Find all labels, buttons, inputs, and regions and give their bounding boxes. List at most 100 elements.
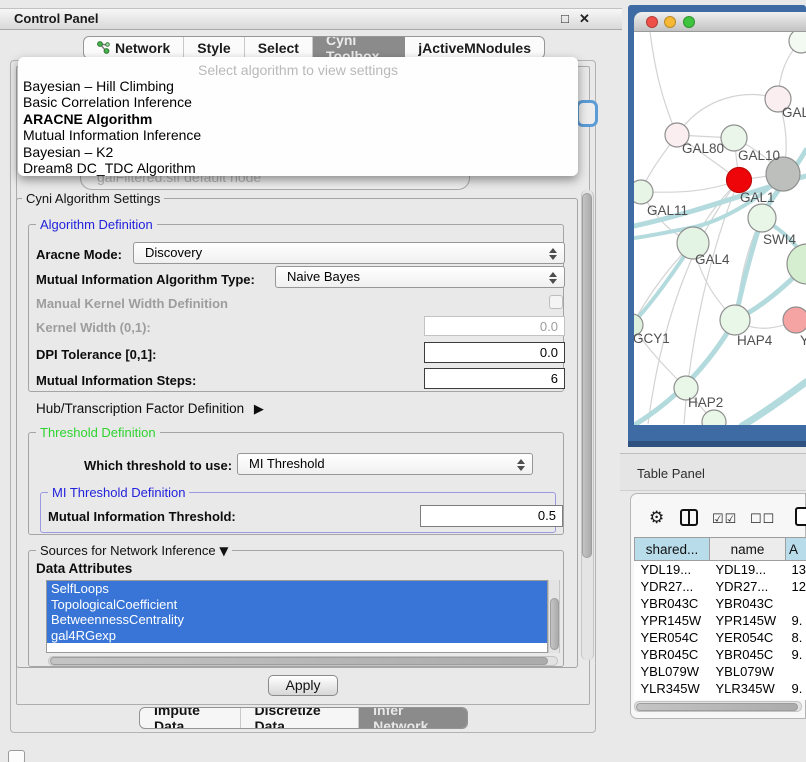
aracne-mode-select[interactable]: Discovery xyxy=(133,242,565,264)
mi-type-select[interactable]: Naive Bayes xyxy=(275,266,565,288)
float-window-icon[interactable]: □ xyxy=(561,11,569,26)
attr-list-hscrollbar-thumb[interactable] xyxy=(50,657,548,665)
mi-steps-label: Mutual Information Steps: xyxy=(36,373,196,388)
screen: Control Panel □ ✕ Network Style Select C… xyxy=(0,0,806,762)
network-node-label: GAL1 xyxy=(740,190,775,205)
tab-network[interactable]: Network xyxy=(84,37,184,58)
spinner-arrows-icon xyxy=(549,247,557,261)
chevron-right-icon: ▶ xyxy=(254,402,264,417)
table-row[interactable]: YBL079WYBL079W xyxy=(635,663,806,680)
network-node-label: HAP2 xyxy=(688,395,723,410)
column-header-name[interactable]: name xyxy=(710,538,786,561)
minimize-traffic-light-icon[interactable] xyxy=(664,16,676,28)
table-row[interactable]: YIL052CYIL052C9. xyxy=(635,697,806,701)
data-attributes-label: Data Attributes xyxy=(36,561,132,576)
dpi-tolerance-label: DPI Tolerance [0,1]: xyxy=(36,347,156,362)
tab-select[interactable]: Select xyxy=(245,37,313,58)
dpi-tolerance-field[interactable]: 0.0 xyxy=(424,342,565,363)
which-threshold-select[interactable]: MI Threshold xyxy=(237,453,533,475)
algorithm-option[interactable]: Mutual Information Inference xyxy=(22,127,574,143)
table-row[interactable]: YDR27...YDR27...12 xyxy=(635,578,806,595)
table-row[interactable]: YDL19...YDL19...13 xyxy=(635,561,806,578)
network-icon xyxy=(97,41,110,54)
algorithm-option[interactable]: Bayesian – Hill Climbing xyxy=(22,78,574,94)
node-table-wrap: shared... name A YDL19...YDL19...13YDR27… xyxy=(634,537,806,700)
table-row[interactable]: YBR045CYBR045C9. xyxy=(635,646,806,663)
network-node[interactable] xyxy=(789,32,806,53)
mi-steps-field[interactable]: 6 xyxy=(424,368,565,389)
cyni-algorithm-settings-title: Cyni Algorithm Settings xyxy=(22,191,164,206)
table-row[interactable]: YLR345WYLR345W9. xyxy=(635,680,806,697)
hub-definition-toggle[interactable]: Hub/Transcription Factor Definition ▶ xyxy=(36,401,264,417)
algorithm-option[interactable]: ARACNE Algorithm xyxy=(22,111,574,127)
bottom-tabbar: Impute Data Discretize Data Infer Networ… xyxy=(139,707,468,729)
kernel-width-field[interactable]: 0.0 xyxy=(424,316,565,336)
close-traffic-light-icon[interactable] xyxy=(646,16,658,28)
tab-infer-network[interactable]: Infer Network xyxy=(359,708,467,728)
tab-style[interactable]: Style xyxy=(184,37,244,58)
function-builder-icon[interactable] xyxy=(795,507,806,526)
network-node[interactable] xyxy=(748,204,776,232)
table-row[interactable]: YPR145WYPR145W9. xyxy=(635,612,806,629)
apply-button[interactable]: Apply xyxy=(268,675,338,696)
data-attribute-item[interactable]: TopologicalCoefficient xyxy=(47,597,547,613)
kernel-width-label: Kernel Width (0,1): xyxy=(36,320,151,335)
which-threshold-label: Which threshold to use: xyxy=(84,458,232,473)
refresh-button-partial[interactable] xyxy=(576,100,598,127)
data-attribute-item[interactable]: gal4RGexp xyxy=(47,628,547,644)
close-icon[interactable]: ✕ xyxy=(579,11,590,27)
network-node-label: GAL80 xyxy=(682,141,724,156)
tab-cyni-toolbox[interactable]: Cyni Toolbox xyxy=(313,37,405,58)
control-panel-tabbar: Network Style Select Cyni Toolbox jActiv… xyxy=(83,36,545,59)
tab-impute-data[interactable]: Impute Data xyxy=(140,708,241,728)
column-header-partial[interactable]: A xyxy=(786,538,806,561)
gear-icon[interactable]: ⚙ xyxy=(649,508,664,528)
network-node[interactable] xyxy=(634,180,653,204)
table-hscrollbar-thumb[interactable] xyxy=(636,703,798,711)
algorithm-dropdown-list: Bayesian – Hill ClimbingBasic Correlatio… xyxy=(22,78,574,176)
network-node-label: HAP4 xyxy=(737,333,773,348)
spinner-arrows-icon xyxy=(517,458,525,472)
table-header-row[interactable]: shared... name A xyxy=(635,538,806,561)
mi-threshold-definition-title: MI Threshold Definition xyxy=(48,485,189,500)
split-columns-icon[interactable] xyxy=(680,509,698,526)
mi-threshold-field[interactable]: 0.5 xyxy=(420,505,563,527)
network-node-label: GAL10 xyxy=(738,148,780,163)
algorithm-option[interactable]: Basic Correlation Inference xyxy=(22,94,574,110)
network-node-label: GAL4 xyxy=(695,252,730,267)
data-attribute-item[interactable]: BetweennessCentrality xyxy=(47,612,547,628)
data-attributes-list[interactable]: SelfLoopsTopologicalCoefficientBetweenne… xyxy=(46,580,548,653)
zoom-traffic-light-icon[interactable] xyxy=(683,16,695,28)
data-attribute-item[interactable]: SelfLoops xyxy=(47,581,547,597)
network-canvas[interactable]: GALGAL80GAL10GAL1GAL11SWI4GAL4HAP4YGCY1H… xyxy=(634,32,806,425)
network-node-label: SWI4 xyxy=(763,232,796,247)
network-node[interactable] xyxy=(783,307,806,333)
network-node[interactable] xyxy=(727,168,752,193)
settings-scrollbar-thumb[interactable] xyxy=(582,193,592,558)
manual-kernel-label: Manual Kernel Width Definition xyxy=(36,296,228,311)
manual-kernel-checkbox[interactable] xyxy=(549,295,563,309)
table-panel-title: Table Panel xyxy=(637,466,705,481)
deselect-checkboxes-icon[interactable]: ☐☐ xyxy=(750,511,775,527)
algorithm-option[interactable]: Dream8 DC_TDC Algorithm xyxy=(22,160,574,176)
attr-list-scrollbar-thumb[interactable] xyxy=(550,598,559,650)
network-node[interactable] xyxy=(720,305,750,335)
column-header-shared-name[interactable]: shared... xyxy=(635,538,710,561)
table-row[interactable]: YER054CYER054C8. xyxy=(635,629,806,646)
network-window-titlebar[interactable] xyxy=(634,12,806,32)
tab-network-label: Network xyxy=(115,40,170,56)
threshold-definition-title: Threshold Definition xyxy=(36,425,160,440)
tab-jactivemnodules[interactable]: jActiveMNodules xyxy=(405,37,544,58)
select-all-checkboxes-icon[interactable]: ☑☑ xyxy=(712,511,737,527)
network-window-frame-bottom xyxy=(628,441,806,447)
table-row[interactable]: YBR043CYBR043C xyxy=(635,595,806,612)
control-panel-title: Control Panel xyxy=(14,11,99,26)
algorithm-option[interactable]: Bayesian – K2 xyxy=(22,144,574,160)
spinner-arrows-icon xyxy=(549,271,557,285)
tab-discretize-data[interactable]: Discretize Data xyxy=(241,708,360,728)
algorithm-dropdown-placeholder: Select algorithm to view settings xyxy=(18,62,578,78)
sources-title[interactable]: Sources for Network Inference ▼ xyxy=(36,543,232,558)
aracne-mode-label: Aracne Mode: xyxy=(36,247,122,262)
algorithm-dropdown: Select algorithm to view settings Bayesi… xyxy=(18,57,578,176)
dock-panel-icon[interactable] xyxy=(8,750,25,762)
